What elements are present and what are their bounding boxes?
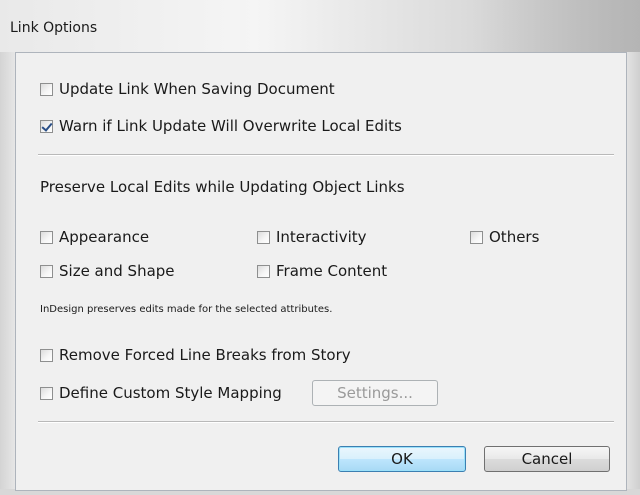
title-bar-shade: [470, 0, 640, 52]
size-shape-checkbox[interactable]: [40, 264, 53, 278]
preserve-hint: InDesign preserves edits made for the se…: [40, 304, 333, 315]
interactivity-option[interactable]: Interactivity: [257, 226, 367, 248]
window-frame-right: [626, 52, 640, 495]
separator-top: [38, 154, 614, 156]
custom-mapping-checkbox[interactable]: [40, 386, 53, 400]
window-frame-left: [0, 52, 15, 495]
frame-content-checkbox[interactable]: [257, 264, 270, 278]
custom-mapping-label: Define Custom Style Mapping: [59, 384, 282, 402]
remove-breaks-checkbox[interactable]: [40, 348, 53, 362]
appearance-checkbox[interactable]: [40, 230, 53, 244]
settings-button[interactable]: Settings...: [312, 380, 438, 406]
custom-mapping-option[interactable]: Define Custom Style Mapping: [40, 382, 282, 404]
others-label: Others: [489, 228, 540, 246]
cancel-button[interactable]: Cancel: [484, 446, 610, 472]
separator-bottom: [38, 421, 614, 423]
preserve-heading: Preserve Local Edits while Updating Obje…: [40, 178, 405, 196]
others-checkbox[interactable]: [470, 230, 483, 244]
appearance-label: Appearance: [59, 228, 150, 246]
size-shape-label: Size and Shape: [59, 262, 175, 280]
update-link-checkbox[interactable]: [40, 82, 53, 96]
title-bar[interactable]: Link Options: [0, 0, 640, 52]
remove-breaks-option[interactable]: Remove Forced Line Breaks from Story: [40, 344, 351, 366]
warn-overwrite-option[interactable]: Warn if Link Update Will Overwrite Local…: [40, 115, 402, 137]
ok-button[interactable]: OK: [338, 446, 466, 472]
warn-overwrite-checkbox[interactable]: [40, 119, 53, 133]
interactivity-checkbox[interactable]: [257, 230, 270, 244]
frame-content-label: Frame Content: [276, 262, 388, 280]
size-shape-option[interactable]: Size and Shape: [40, 260, 175, 282]
appearance-option[interactable]: Appearance: [40, 226, 149, 248]
warn-overwrite-label: Warn if Link Update Will Overwrite Local…: [59, 117, 402, 135]
link-options-dialog: Link Options Update Link When Saving Doc…: [0, 0, 640, 495]
window-title: Link Options: [10, 20, 98, 36]
update-link-option[interactable]: Update Link When Saving Document: [40, 78, 335, 100]
interactivity-label: Interactivity: [276, 228, 367, 246]
update-link-label: Update Link When Saving Document: [59, 80, 335, 98]
others-option[interactable]: Others: [470, 226, 539, 248]
remove-breaks-label: Remove Forced Line Breaks from Story: [59, 346, 351, 364]
frame-content-option[interactable]: Frame Content: [257, 260, 387, 282]
